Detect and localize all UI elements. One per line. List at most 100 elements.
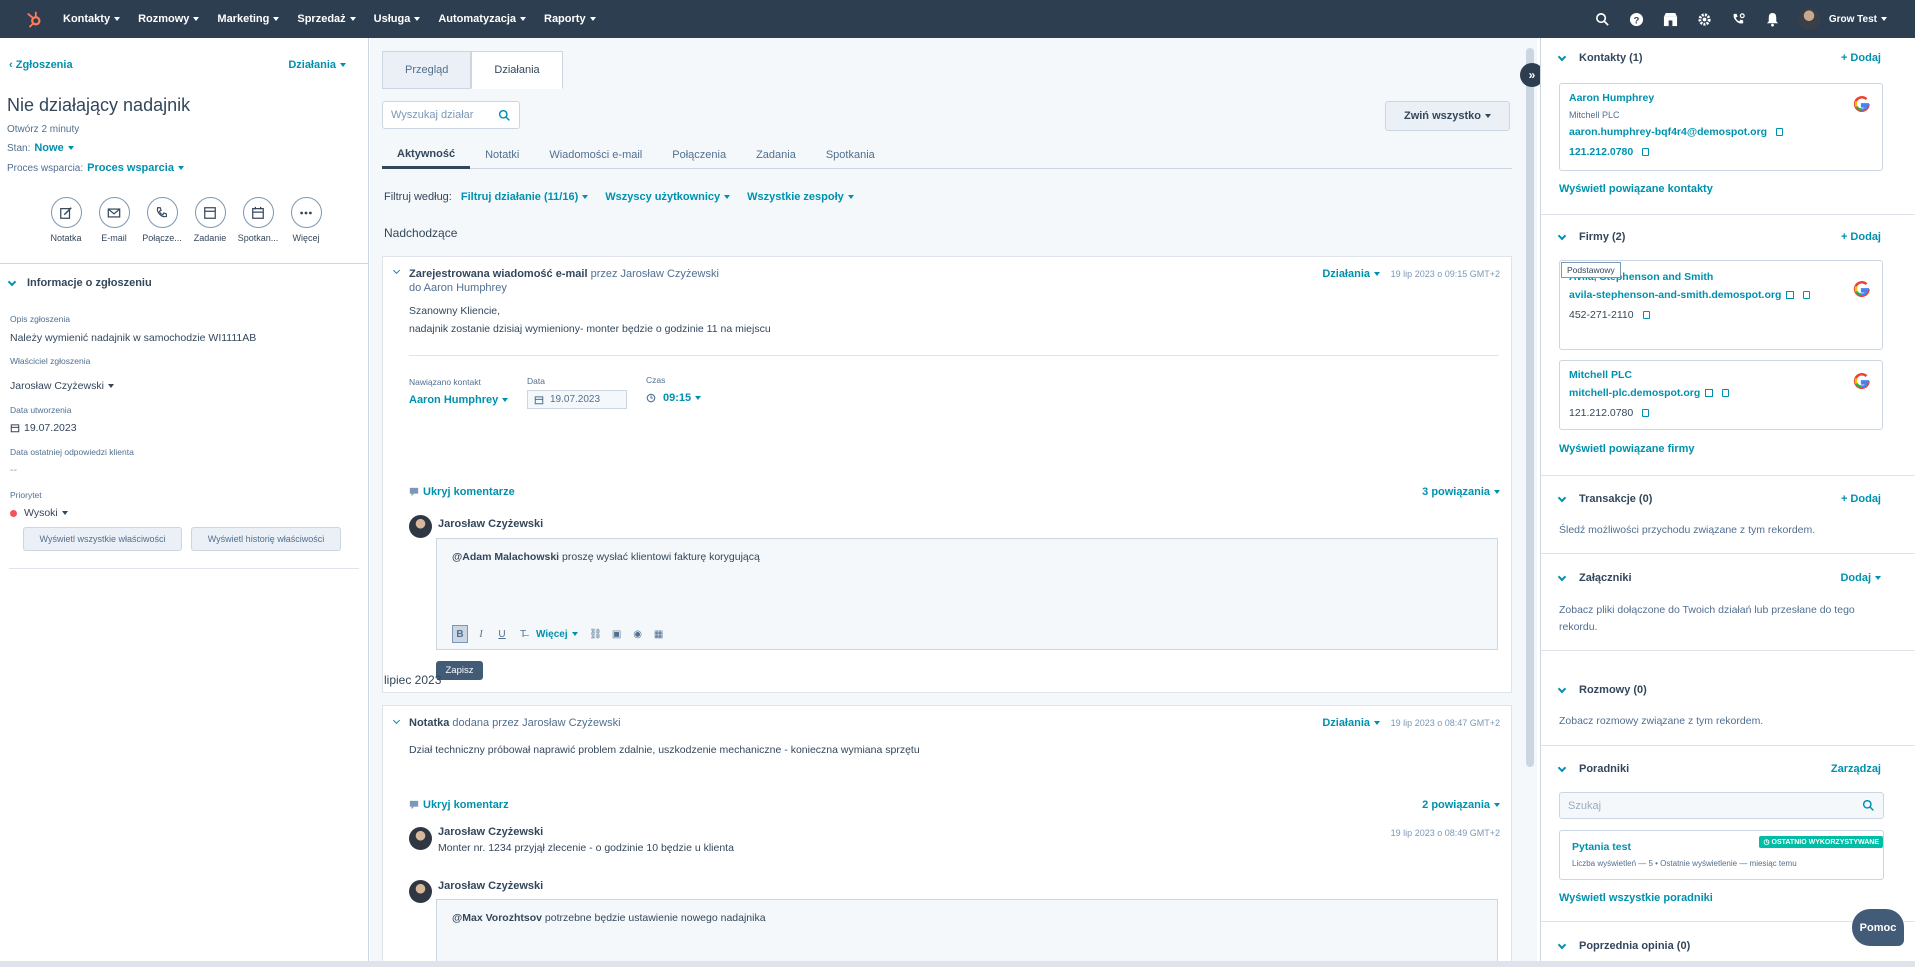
back-to-tickets-link[interactable]: ‹ Zgłoszenia	[9, 59, 73, 71]
prop-value-owner[interactable]: Jarosław Czyżewski	[10, 380, 114, 392]
copy-icon[interactable]	[1642, 409, 1650, 418]
scrollbar-thumb[interactable]	[1526, 48, 1534, 767]
nav-service[interactable]: Usługa	[374, 13, 421, 25]
nav-conversations[interactable]: Rozmowy	[138, 13, 199, 25]
filter-activity-dropdown[interactable]: Filtruj działanie (11/16)	[461, 191, 588, 203]
more-formatting-dropdown[interactable]: Więcej	[536, 629, 578, 640]
search-icon[interactable]	[1586, 12, 1620, 27]
underline-button[interactable]: U	[494, 625, 510, 643]
settings-gear-icon[interactable]	[1688, 12, 1722, 27]
playbook-name-link[interactable]: Pytania test	[1572, 841, 1631, 853]
nav-automation[interactable]: Automatyzacja	[438, 13, 526, 25]
tab-overview[interactable]: Przegląd	[382, 51, 472, 89]
hide-comment-link[interactable]: Ukryj komentarz	[409, 799, 509, 811]
filter-teams-dropdown[interactable]: Wszystkie zespoły	[747, 191, 854, 203]
activity-date-input[interactable]: 19.07.2023	[527, 390, 627, 409]
bold-button[interactable]: B	[452, 625, 468, 643]
pipeline-dropdown[interactable]: Proces wsparcia	[87, 162, 184, 174]
contacted-dropdown[interactable]: Aaron Humphrey	[409, 394, 508, 406]
playbook-card[interactable]: Pytania test ◷ OSTATNIO WYKORZYSTYWANE L…	[1559, 830, 1884, 880]
task-action-button[interactable]: Zadanie	[186, 197, 234, 243]
associations-dropdown[interactable]: 2 powiązania	[1422, 799, 1500, 811]
collapse-all-button[interactable]: Zwiń wszystko	[1384, 101, 1510, 131]
copy-icon[interactable]	[1722, 389, 1730, 398]
email-card-actions-menu[interactable]: Działania	[1322, 268, 1380, 280]
prop-value-created[interactable]: 19.07.2023	[10, 422, 77, 434]
subtab-emails[interactable]: Wiadomości e-mail	[534, 141, 657, 169]
bottom-scrollbar[interactable]	[0, 961, 1915, 967]
conversations-section-toggle[interactable]: Rozmowy (0)	[1557, 684, 1647, 696]
hide-comments-link[interactable]: Ukryj komentarze	[409, 486, 515, 498]
activity-search-input[interactable]: Wyszukaj działar	[382, 101, 520, 129]
notifications-bell-icon[interactable]	[1756, 12, 1790, 27]
associations-dropdown[interactable]: 3 powiązania	[1422, 486, 1500, 498]
deals-section-toggle[interactable]: Transakcje (0)	[1557, 493, 1652, 505]
hubspot-logo-icon[interactable]	[25, 10, 43, 28]
comment-editor[interactable]: @Max Vorozhtsov potrzebne będzie ustawie…	[436, 899, 1498, 967]
view-associated-contacts-link[interactable]: Wyświetl powiązane kontakty	[1559, 183, 1713, 195]
playbooks-section-toggle[interactable]: Poradniki	[1557, 763, 1629, 775]
middle-scrollbar[interactable]	[1523, 38, 1537, 961]
call-action-button[interactable]: Połącze...	[138, 197, 186, 243]
external-link-icon[interactable]	[1786, 291, 1795, 300]
add-company-button[interactable]: + Dodaj	[1841, 231, 1881, 243]
attachments-section-toggle[interactable]: Załączniki	[1557, 572, 1632, 584]
external-link-icon[interactable]	[1705, 389, 1714, 398]
add-contact-button[interactable]: + Dodaj	[1841, 52, 1881, 64]
subtab-tasks[interactable]: Zadania	[741, 141, 811, 169]
filter-users-dropdown[interactable]: Wszyscy użytkownicy	[605, 191, 730, 203]
calling-icon[interactable]	[1722, 12, 1756, 27]
ticket-title[interactable]: Nie działający nadajnik	[7, 95, 190, 116]
help-button[interactable]: Pomoc	[1852, 909, 1904, 946]
chevron-down-icon[interactable]	[392, 716, 401, 725]
nav-contacts[interactable]: Kontakty	[63, 13, 120, 25]
note-action-button[interactable]: Notatka	[42, 197, 90, 243]
status-dropdown[interactable]: Nowe	[34, 142, 73, 154]
help-icon[interactable]: ?	[1620, 12, 1654, 27]
table-icon[interactable]: ▦	[651, 625, 667, 643]
contact-email[interactable]: aaron.humphrey-bqf4r4@demospot.org	[1569, 126, 1784, 138]
activity-time-dropdown[interactable]: 09:15	[646, 392, 701, 404]
clear-format-icon[interactable]: T̶	[515, 625, 531, 643]
email-action-button[interactable]: E-mail	[90, 197, 138, 243]
subtab-activity[interactable]: Aktywność	[382, 141, 471, 169]
view-all-properties-button[interactable]: Wyświetl wszystkie właściwości	[23, 527, 182, 551]
comment-editor[interactable]: @Adam Malachowski proszę wysłać klientow…	[436, 538, 1498, 650]
ticket-actions-menu[interactable]: Działania	[288, 59, 346, 71]
company-domain[interactable]: mitchell-plc.demospot.org	[1569, 387, 1730, 399]
prop-value-last-reply[interactable]: --	[10, 464, 17, 476]
manage-playbooks-link[interactable]: Zarządzaj	[1831, 763, 1881, 775]
more-actions-button[interactable]: Więcej	[282, 197, 330, 243]
subtab-meetings[interactable]: Spotkania	[811, 141, 890, 169]
marketplace-icon[interactable]	[1654, 12, 1688, 27]
copy-icon[interactable]	[1776, 128, 1784, 137]
view-property-history-button[interactable]: Wyświetl historię właściwości	[191, 527, 341, 551]
contact-name-link[interactable]: Aaron Humphrey	[1569, 92, 1654, 104]
account-menu[interactable]: Grow Test	[1797, 8, 1887, 30]
image-icon[interactable]: ▣	[609, 625, 625, 643]
companies-section-toggle[interactable]: Firmy (2)	[1557, 231, 1625, 243]
nav-sales[interactable]: Sprzedaż	[297, 13, 355, 25]
subtab-calls[interactable]: Połączenia	[657, 141, 741, 169]
contact-phone[interactable]: 121.212.0780	[1569, 146, 1650, 158]
copy-icon[interactable]	[1642, 148, 1650, 157]
company-domain[interactable]: avila-stephenson-and-smith.demospot.org	[1569, 289, 1811, 301]
link-icon[interactable]: ⛓	[588, 625, 604, 643]
note-card-actions-menu[interactable]: Działania	[1322, 717, 1380, 729]
meeting-action-button[interactable]: Spotkan...	[234, 197, 282, 243]
subtab-notes[interactable]: Notatki	[470, 141, 534, 169]
tab-activities[interactable]: Działania	[471, 51, 563, 89]
view-all-playbooks-link[interactable]: Wyświetl wszystkie poradniki	[1559, 892, 1713, 904]
playbook-search-input[interactable]: Szukaj	[1559, 792, 1884, 819]
nav-marketing[interactable]: Marketing	[217, 13, 279, 25]
company-name-link[interactable]: Mitchell PLC	[1569, 369, 1632, 381]
prop-value-priority[interactable]: Wysoki	[10, 507, 68, 519]
copy-icon[interactable]	[1803, 291, 1811, 300]
feedback-section-toggle[interactable]: Poprzednia opinia (0)	[1557, 940, 1690, 952]
view-associated-companies-link[interactable]: Wyświetl powiązane firmy	[1559, 443, 1695, 455]
save-comment-button[interactable]: Zapisz	[436, 661, 483, 680]
chevron-down-icon[interactable]	[392, 266, 401, 275]
nav-reports[interactable]: Raporty	[544, 13, 596, 25]
contacts-section-toggle[interactable]: Kontakty (1)	[1557, 52, 1643, 64]
snippet-icon[interactable]: ◉	[630, 625, 646, 643]
